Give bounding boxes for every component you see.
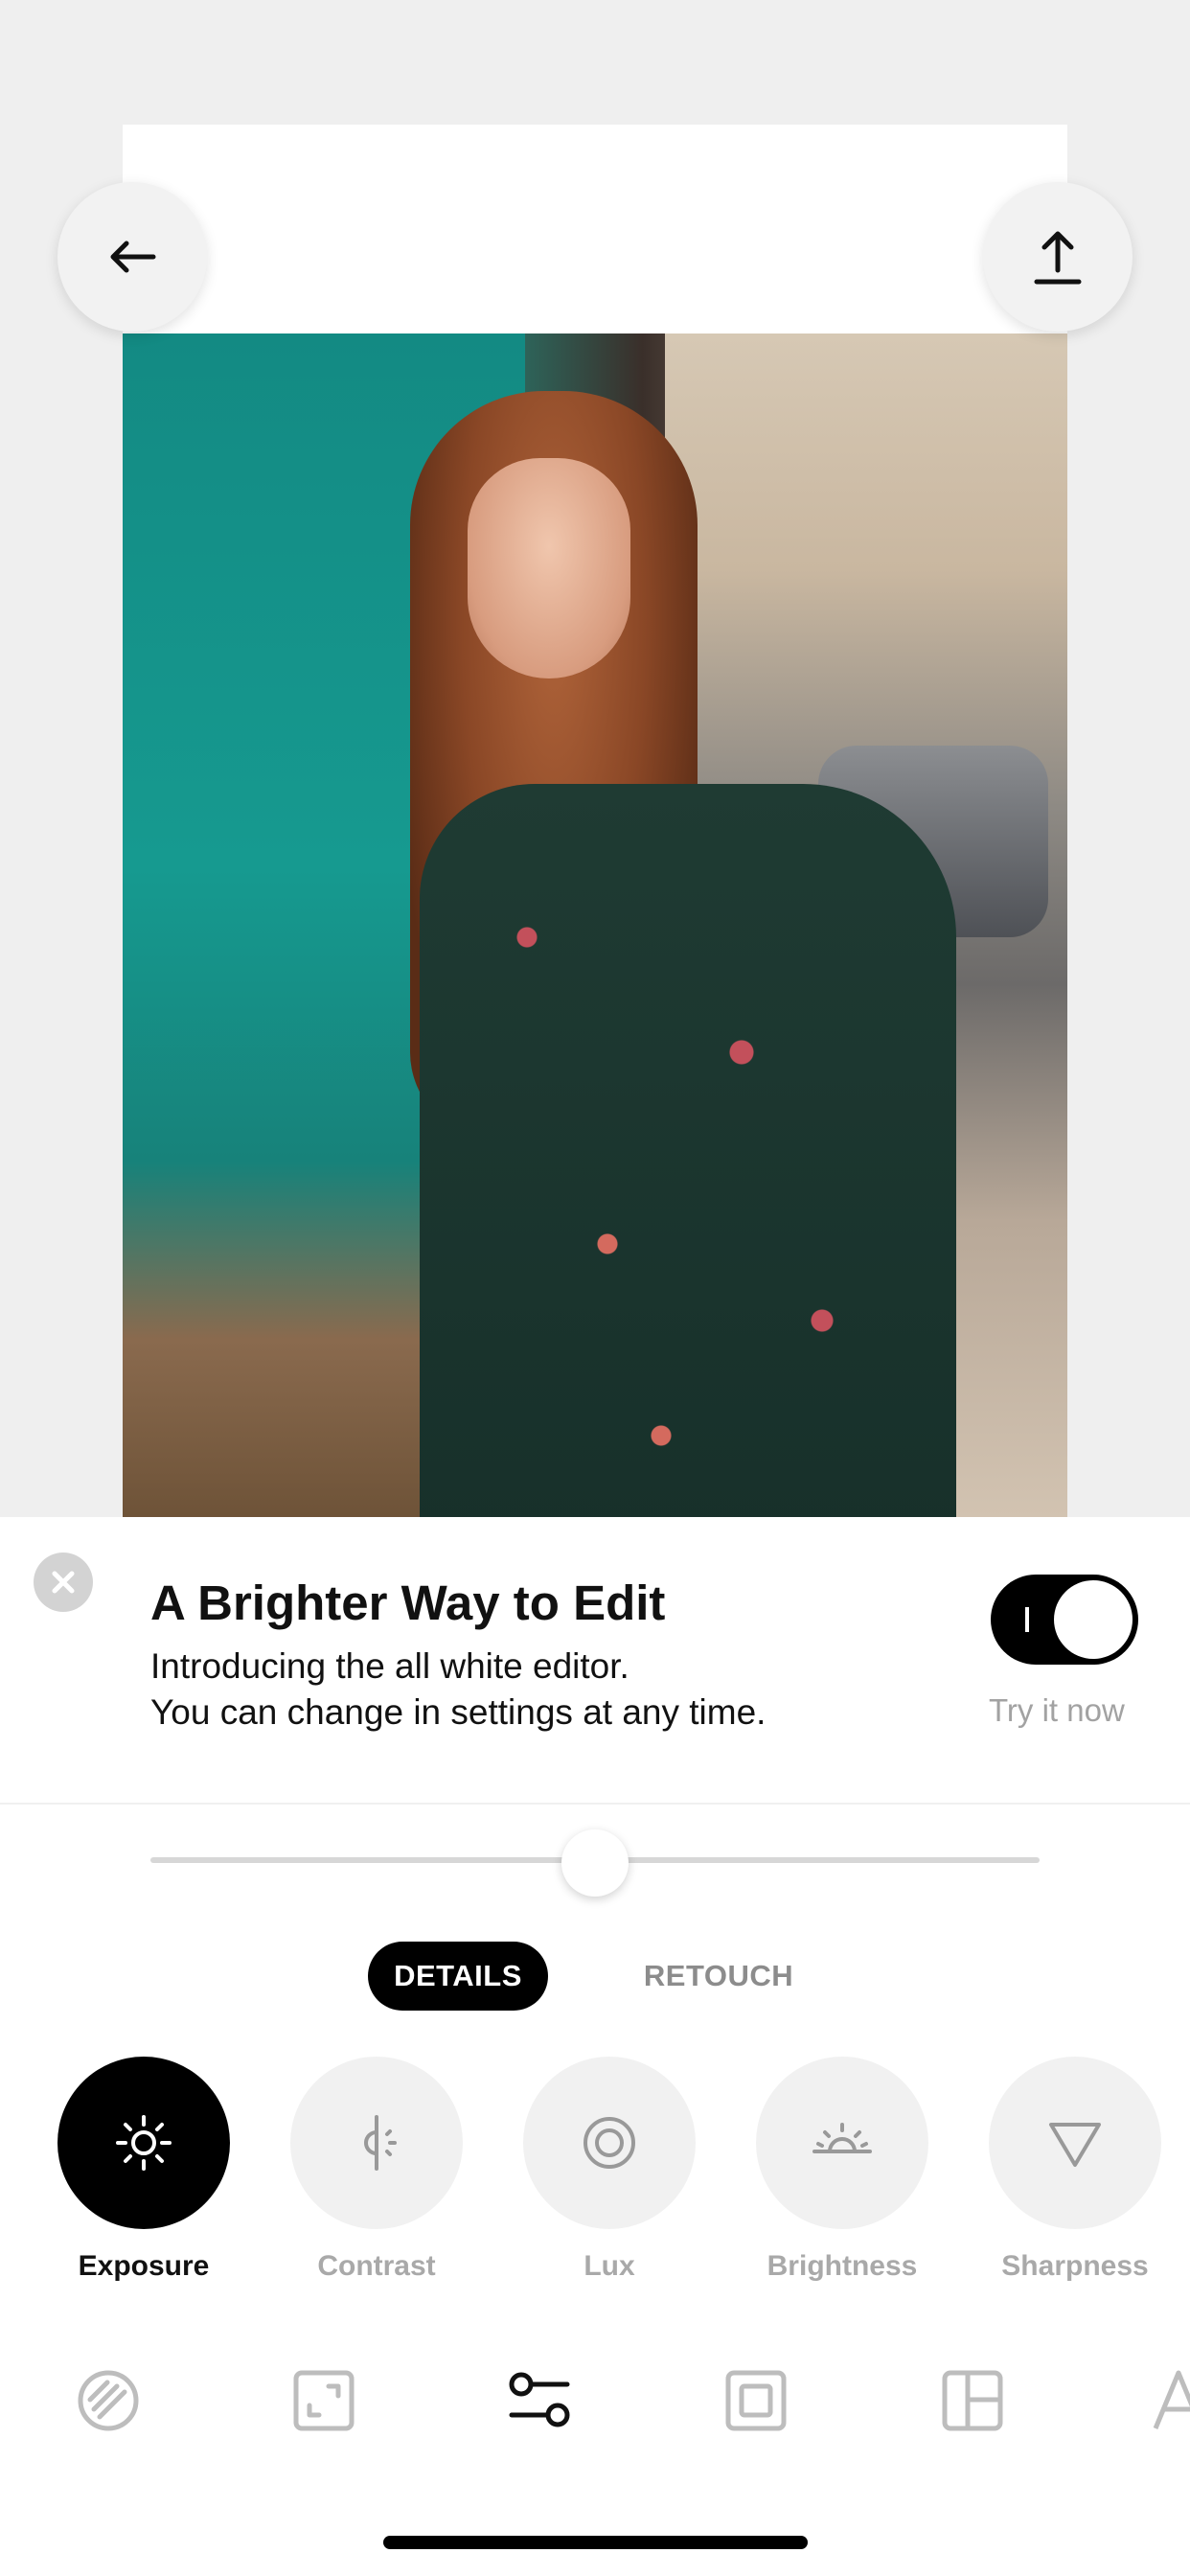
promo-banner: A Brighter Way to Edit Introducing the a…	[0, 1517, 1190, 1805]
tool-sharpness-circle	[989, 2057, 1161, 2229]
tool-contrast-circle	[290, 2057, 463, 2229]
tool-lux-circle	[523, 2057, 696, 2229]
tool-exposure-circle	[57, 2057, 230, 2229]
layout-icon[interactable]	[939, 2367, 1006, 2434]
share-button[interactable]	[983, 182, 1133, 332]
tool-exposure[interactable]: Exposure	[57, 2057, 230, 2283]
frame-icon[interactable]	[722, 2367, 790, 2434]
photo-face	[468, 458, 630, 678]
filter-icon[interactable]	[75, 2367, 142, 2434]
close-icon	[52, 1571, 75, 1594]
tool-contrast-label: Contrast	[317, 2250, 436, 2282]
tool-contrast[interactable]: Contrast	[290, 2057, 463, 2283]
lux-icon	[584, 2117, 635, 2169]
adjust-icon[interactable]	[506, 2367, 573, 2434]
white-editor-toggle[interactable]	[991, 1575, 1138, 1665]
tool-lux-label: Lux	[584, 2250, 635, 2282]
banner-close-button[interactable]	[34, 1552, 93, 1612]
back-button[interactable]	[57, 182, 207, 332]
crop-icon[interactable]	[290, 2367, 357, 2434]
tab-retouch[interactable]: RETOUCH	[613, 1942, 824, 2011]
canvas-padding	[123, 125, 1067, 335]
banner-title: A Brighter Way to Edit	[150, 1576, 666, 1630]
editor-sheet: A Brighter Way to Edit Introducing the a…	[0, 1517, 1190, 2576]
photo-dress	[420, 784, 956, 1517]
edited-photo[interactable]	[123, 334, 1067, 1517]
home-indicator	[383, 2536, 808, 2549]
text-icon[interactable]	[1150, 2367, 1190, 2434]
tool-exposure-label: Exposure	[78, 2250, 210, 2282]
adjustment-slider-thumb[interactable]	[561, 1829, 629, 1897]
tool-sharpness[interactable]: Sharpness	[989, 2057, 1161, 2283]
sunrise-icon	[812, 2123, 872, 2153]
toggle-on-indicator	[1025, 1607, 1029, 1632]
triangle-icon	[1049, 2123, 1101, 2167]
arrow-left-icon	[110, 241, 156, 273]
contrast-icon	[364, 2115, 397, 2171]
banner-description-1: Introducing the all white editor.	[150, 1646, 629, 1686]
tool-brightness-circle	[756, 2057, 928, 2229]
tool-sharpness-label: Sharpness	[1001, 2250, 1149, 2282]
sun-icon	[116, 2115, 172, 2171]
toggle-knob	[1054, 1580, 1133, 1659]
tool-brightness-label: Brightness	[767, 2250, 918, 2282]
tool-brightness[interactable]: Brightness	[756, 2057, 928, 2283]
banner-description-2: You can change in settings at any time.	[150, 1692, 767, 1732]
upload-icon	[1034, 231, 1082, 285]
try-it-now-label: Try it now	[989, 1692, 1125, 1728]
tab-details[interactable]: DETAILS	[368, 1942, 548, 2011]
tool-lux[interactable]: Lux	[523, 2057, 696, 2283]
